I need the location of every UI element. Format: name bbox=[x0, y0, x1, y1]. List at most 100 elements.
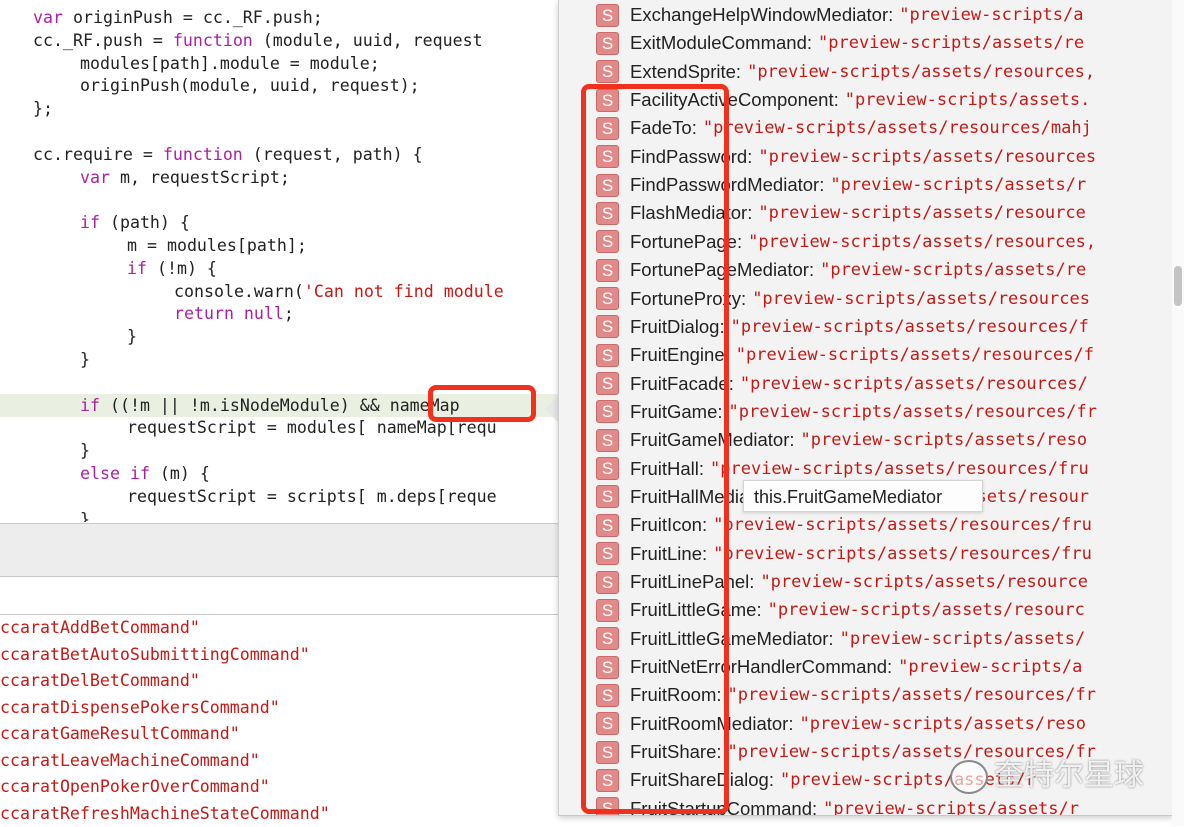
item-value: "preview-scripts/assets/reso bbox=[800, 430, 1088, 451]
code-token: ((!m || !m.isNodeModule) && nameMap bbox=[99, 395, 460, 415]
code-token: } bbox=[127, 327, 137, 347]
popup-pointer bbox=[545, 395, 559, 423]
scrollbar[interactable] bbox=[1172, 0, 1184, 826]
item-value: "preview-scripts/a bbox=[899, 5, 1084, 25]
console-line: ccaratLeaveMachineCommand" bbox=[0, 750, 260, 770]
code-token: return null bbox=[174, 304, 284, 324]
code-line: } bbox=[0, 508, 90, 522]
code-token: } bbox=[80, 509, 90, 522]
autocomplete-item[interactable]: S ExitModuleCommand: "preview-scripts/asse… bbox=[559, 29, 1173, 57]
console-toolbar bbox=[0, 523, 558, 577]
item-value: "preview-scripts/assets/resources/f bbox=[735, 345, 1094, 366]
code-line: var originPush = cc._RF.push; bbox=[0, 6, 323, 29]
code-line: } bbox=[0, 325, 137, 348]
code-token: function bbox=[162, 144, 243, 164]
console-line: ccaratRefreshMachineStateCommand" bbox=[0, 803, 330, 823]
item-value: "preview-scripts/assets/resources/ bbox=[739, 373, 1088, 394]
code-token: var bbox=[33, 8, 63, 27]
wechat-icon bbox=[950, 759, 988, 794]
code-token: (module, uuid, request bbox=[252, 30, 483, 50]
autocomplete-item[interactable]: S ExchangeHelpWindowMediator: "preview-scr… bbox=[559, 1, 1173, 29]
code-token: } bbox=[80, 441, 90, 461]
code-token: (request, path) { bbox=[242, 144, 423, 164]
code-token: originPush = cc._RF.push; bbox=[62, 8, 323, 27]
console-line: ccaratGameResultCommand" bbox=[0, 724, 240, 743]
item-value: "preview-scripts/assets/resources/f bbox=[730, 316, 1089, 337]
item-value: "preview-scripts/assets/resources/fru bbox=[710, 458, 1089, 479]
code-line: } bbox=[0, 439, 90, 462]
item-value: "preview-scripts/assets/resources bbox=[752, 288, 1090, 309]
code-line: else if (m) { bbox=[0, 462, 210, 485]
code-token: originPush(module, uuid, request); bbox=[80, 76, 420, 96]
item-value: "preview-scripts/assets/resources/fru bbox=[713, 543, 1092, 564]
item-value: "preview-scripts/assets/resourc bbox=[767, 600, 1085, 621]
code-token: (path) { bbox=[99, 213, 190, 233]
code-line: requestScript = scripts[ m.deps[reque bbox=[0, 485, 497, 508]
item-value: "preview-scripts/assets/resources bbox=[758, 146, 1097, 167]
console-input-area[interactable] bbox=[0, 577, 558, 615]
code-token: if bbox=[127, 258, 147, 278]
item-value: "preview-scripts/assets/ bbox=[839, 628, 1086, 649]
code-line: m = modules[path]; bbox=[0, 234, 307, 257]
script-icon: S bbox=[596, 31, 619, 55]
code-token: m = modules[path]; bbox=[127, 236, 307, 255]
code-token: (m) { bbox=[149, 464, 210, 483]
item-value: "preview-scripts/assets/resources/mahj bbox=[702, 118, 1092, 139]
script-icon: S bbox=[596, 3, 619, 27]
item-value: "preview-scripts/assets/resources/fr bbox=[727, 685, 1096, 706]
console-line: ccaratAddBetCommand" bbox=[0, 618, 200, 637]
item-name: ExchangeHelpWindowMediator: bbox=[630, 4, 894, 25]
code-token: (!m) { bbox=[146, 258, 217, 278]
annotation-box-list bbox=[581, 84, 729, 814]
code-line: }; bbox=[0, 97, 53, 120]
item-value: "preview-scripts/assets/resources, bbox=[747, 61, 1096, 82]
code-line: console.warn('Can not find module bbox=[0, 280, 504, 303]
code-token: modules[path].module = module; bbox=[80, 53, 380, 73]
code-token: var bbox=[80, 167, 110, 187]
code-line: originPush(module, uuid, request); bbox=[0, 74, 420, 97]
console-line: ccaratDelBetCommand" bbox=[0, 671, 200, 690]
code-token: }; bbox=[33, 99, 53, 119]
code-token: cc._RF.push = bbox=[33, 30, 173, 50]
item-value: "preview-scripts/assets/resources/fru bbox=[713, 515, 1092, 536]
watermark: 奎特尔星球 bbox=[950, 750, 1144, 794]
console-line: ccaratDispensePokersCommand" bbox=[0, 697, 280, 717]
item-value: "preview-scripts/assets. bbox=[844, 90, 1091, 111]
code-line: requestScript = modules[ nameMap[requ bbox=[0, 416, 497, 439]
code-token: } bbox=[80, 350, 90, 369]
console-line: ccaratOpenPokerOverCommand" bbox=[0, 777, 270, 796]
item-value: "preview-scripts/assets/resource bbox=[758, 203, 1086, 224]
code-token: if bbox=[80, 395, 100, 415]
code-line: cc._RF.push = function (module, uuid, re… bbox=[0, 29, 483, 52]
code-line: if (!m) { bbox=[0, 257, 217, 280]
code-token: if bbox=[80, 213, 100, 233]
item-value: "preview-scripts/a bbox=[898, 657, 1083, 678]
code-line: cc.require = function (request, path) { bbox=[0, 143, 423, 166]
tooltip: this.FruitGameMediator bbox=[743, 480, 983, 512]
code-token: function bbox=[172, 30, 253, 50]
code-token: requestScript = scripts[ m.deps[reque bbox=[127, 486, 497, 506]
code-token: m, requestScript; bbox=[109, 167, 290, 187]
code-editor[interactable]: var originPush = cc._RF.push; cc._RF.push… bbox=[0, 0, 560, 522]
item-value: "preview-scripts/assets/resource bbox=[760, 572, 1088, 592]
code-token: cc.require = bbox=[33, 144, 163, 164]
watermark-text: 奎特尔星球 bbox=[994, 758, 1144, 793]
code-line: modules[path].module = module; bbox=[0, 52, 380, 75]
code-line: if (path) { bbox=[0, 211, 190, 234]
code-token: else if bbox=[80, 464, 150, 483]
scrollbar-thumb[interactable] bbox=[1174, 266, 1182, 306]
item-value: "preview-scripts/assets/reso bbox=[799, 713, 1087, 734]
code-line: var m, requestScript; bbox=[0, 166, 290, 189]
annotation-box-namemap bbox=[428, 385, 536, 422]
code-token: console.warn( bbox=[174, 281, 304, 301]
console-output: ccaratAddBetCommand" ccaratBetAutoSubmitt… bbox=[0, 615, 558, 826]
autocomplete-item[interactable]: S ExtendSprite: "preview-scripts/assets/re… bbox=[559, 58, 1173, 86]
code-token: 'Can not find module bbox=[303, 281, 504, 301]
item-value: "preview-scripts/assets/re bbox=[820, 260, 1087, 281]
code-token: ; bbox=[283, 304, 294, 324]
script-icon: S bbox=[596, 60, 619, 84]
console-line: ccaratBetAutoSubmittingCommand" bbox=[0, 644, 310, 664]
